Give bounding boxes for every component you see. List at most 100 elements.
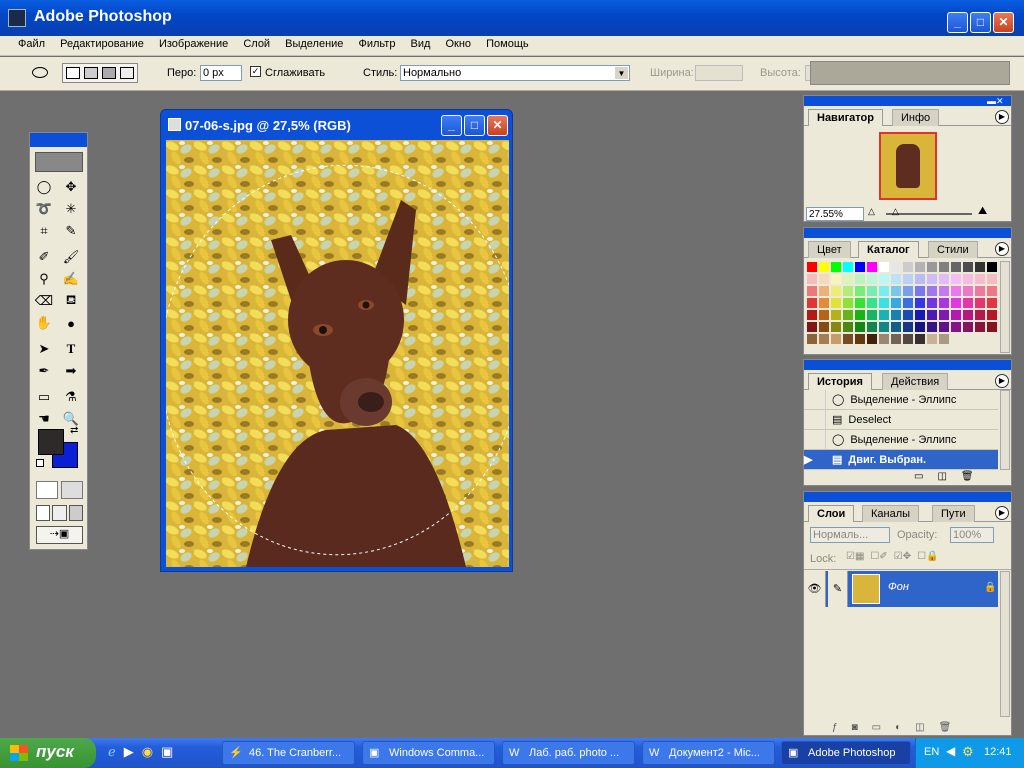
color-swatch[interactable] bbox=[926, 273, 938, 285]
network-icon[interactable]: ⚙ bbox=[962, 744, 974, 760]
color-swatch[interactable] bbox=[806, 285, 818, 297]
task-photoshop[interactable]: ▣ Adobe Photoshop bbox=[781, 741, 911, 765]
color-swatch[interactable] bbox=[842, 273, 854, 285]
tab-history[interactable]: История bbox=[808, 373, 872, 390]
menu-image[interactable]: Изображение bbox=[159, 36, 228, 50]
color-swatch[interactable] bbox=[938, 333, 950, 345]
swatch-grid[interactable] bbox=[806, 261, 998, 355]
brush-tool-icon[interactable]: 🖌 bbox=[60, 247, 82, 267]
color-swatch[interactable] bbox=[866, 273, 878, 285]
history-scrollbar[interactable] bbox=[1000, 390, 1010, 470]
color-swatch[interactable] bbox=[938, 321, 950, 333]
color-swatch[interactable] bbox=[914, 333, 926, 345]
navigator-thumbnail[interactable] bbox=[879, 132, 937, 200]
color-swatch[interactable] bbox=[950, 261, 962, 273]
lock-all-icon[interactable]: ☐🔒 bbox=[917, 551, 938, 562]
default-colors-icon[interactable] bbox=[36, 459, 44, 467]
paint-bucket-tool-icon[interactable]: ⛾ bbox=[60, 291, 82, 311]
color-swatch[interactable] bbox=[962, 261, 974, 273]
history-item[interactable]: ◯ Выделение - Эллипс bbox=[804, 390, 998, 410]
color-swatch[interactable] bbox=[938, 273, 950, 285]
new-document-from-state-icon[interactable]: ▭ bbox=[914, 471, 923, 482]
width-input[interactable] bbox=[695, 65, 743, 81]
color-swatch[interactable] bbox=[890, 273, 902, 285]
history-panel-header[interactable] bbox=[804, 360, 1011, 370]
tab-swatches[interactable]: Каталог bbox=[858, 241, 919, 258]
color-swatch[interactable] bbox=[914, 309, 926, 321]
color-swatch[interactable] bbox=[830, 261, 842, 273]
color-swatch[interactable] bbox=[818, 273, 830, 285]
healing-brush-tool-icon[interactable]: ✐ bbox=[33, 247, 55, 267]
menu-layer[interactable]: Слой bbox=[243, 36, 270, 50]
standard-mode-icon[interactable] bbox=[36, 481, 58, 499]
antialias-checkbox[interactable]: ✓ bbox=[250, 66, 261, 77]
add-selection-icon[interactable] bbox=[84, 67, 98, 79]
adobe-online-icon[interactable] bbox=[35, 152, 83, 172]
menu-filter[interactable]: Фильтр bbox=[359, 36, 396, 50]
task-lab-photo[interactable]: W Лаб. раб. photo ... bbox=[502, 741, 635, 765]
maximize-button[interactable]: □ bbox=[970, 12, 991, 33]
jump-to-imageready-icon[interactable]: ⇢▣ bbox=[36, 526, 83, 544]
color-swatch[interactable] bbox=[830, 297, 842, 309]
intersect-selection-icon[interactable] bbox=[120, 67, 134, 79]
layers-scrollbar[interactable] bbox=[1000, 571, 1010, 717]
media-player-icon[interactable]: ▶ bbox=[124, 744, 134, 760]
color-swatch[interactable] bbox=[926, 261, 938, 273]
lasso-tool-icon[interactable]: ➰ bbox=[33, 199, 55, 219]
color-swatch[interactable] bbox=[926, 297, 938, 309]
color-swatch[interactable] bbox=[878, 309, 890, 321]
color-swatch[interactable] bbox=[974, 273, 986, 285]
color-swatch[interactable] bbox=[950, 333, 962, 345]
color-swatch[interactable] bbox=[854, 273, 866, 285]
color-swatch[interactable] bbox=[938, 309, 950, 321]
color-swatch[interactable] bbox=[986, 261, 998, 273]
camera-icon[interactable]: ◉ bbox=[142, 744, 153, 760]
color-swatch[interactable] bbox=[950, 273, 962, 285]
tab-actions[interactable]: Действия bbox=[882, 373, 949, 390]
color-swatch[interactable] bbox=[938, 261, 950, 273]
type-tool-icon[interactable]: T bbox=[60, 339, 82, 359]
color-swatch[interactable] bbox=[878, 333, 890, 345]
pen-tool-icon[interactable]: ✒ bbox=[33, 361, 55, 381]
marquee-tool-icon[interactable]: ◯ bbox=[33, 177, 55, 197]
color-swatch[interactable] bbox=[986, 333, 998, 345]
task-cranberries[interactable]: ⚡ 46. The Cranberr... bbox=[222, 741, 355, 765]
color-swatch[interactable] bbox=[806, 321, 818, 333]
color-swatch[interactable] bbox=[830, 285, 842, 297]
color-swatch[interactable] bbox=[818, 333, 830, 345]
color-swatch[interactable] bbox=[806, 261, 818, 273]
color-swatch[interactable] bbox=[818, 297, 830, 309]
floppy-icon[interactable]: ▣ bbox=[161, 744, 173, 760]
feather-input[interactable]: 0 px bbox=[200, 65, 242, 81]
lock-transparency-icon[interactable]: ☑▦ bbox=[846, 551, 864, 562]
color-swatch[interactable] bbox=[986, 273, 998, 285]
brush-link-icon[interactable]: ✎ bbox=[828, 571, 848, 607]
hand-tool-icon[interactable]: ☚ bbox=[33, 409, 55, 429]
color-swatch[interactable] bbox=[962, 333, 974, 345]
color-swatch[interactable] bbox=[842, 285, 854, 297]
color-swatch[interactable] bbox=[890, 333, 902, 345]
color-swatch[interactable] bbox=[806, 333, 818, 345]
color-swatch[interactable] bbox=[902, 309, 914, 321]
color-swatch[interactable] bbox=[902, 297, 914, 309]
color-swatch[interactable] bbox=[974, 297, 986, 309]
layer-style-icon[interactable]: ƒ bbox=[832, 722, 838, 733]
image-canvas[interactable] bbox=[166, 140, 509, 567]
color-swatch[interactable] bbox=[842, 333, 854, 345]
tab-color[interactable]: Цвет bbox=[808, 241, 851, 258]
color-swatch[interactable] bbox=[914, 285, 926, 297]
task-document2[interactable]: W Документ2 - Mic... bbox=[642, 741, 775, 765]
color-swatch[interactable] bbox=[914, 297, 926, 309]
color-swatch[interactable] bbox=[818, 261, 830, 273]
style-select[interactable]: Нормально ▼ bbox=[400, 65, 630, 81]
navigator-zoom-field[interactable]: 27.55% bbox=[806, 207, 864, 221]
toolbox-titlebar[interactable] bbox=[30, 133, 87, 147]
delete-layer-icon[interactable]: 🗑 bbox=[939, 722, 952, 733]
lock-image-icon[interactable]: ☐✐ bbox=[870, 551, 887, 562]
color-swatch[interactable] bbox=[914, 321, 926, 333]
color-swatch[interactable] bbox=[866, 297, 878, 309]
color-swatch[interactable] bbox=[830, 309, 842, 321]
menu-window[interactable]: Окно bbox=[445, 36, 471, 50]
color-swatch[interactable] bbox=[830, 321, 842, 333]
new-snapshot-icon[interactable]: ◫ bbox=[937, 471, 946, 482]
